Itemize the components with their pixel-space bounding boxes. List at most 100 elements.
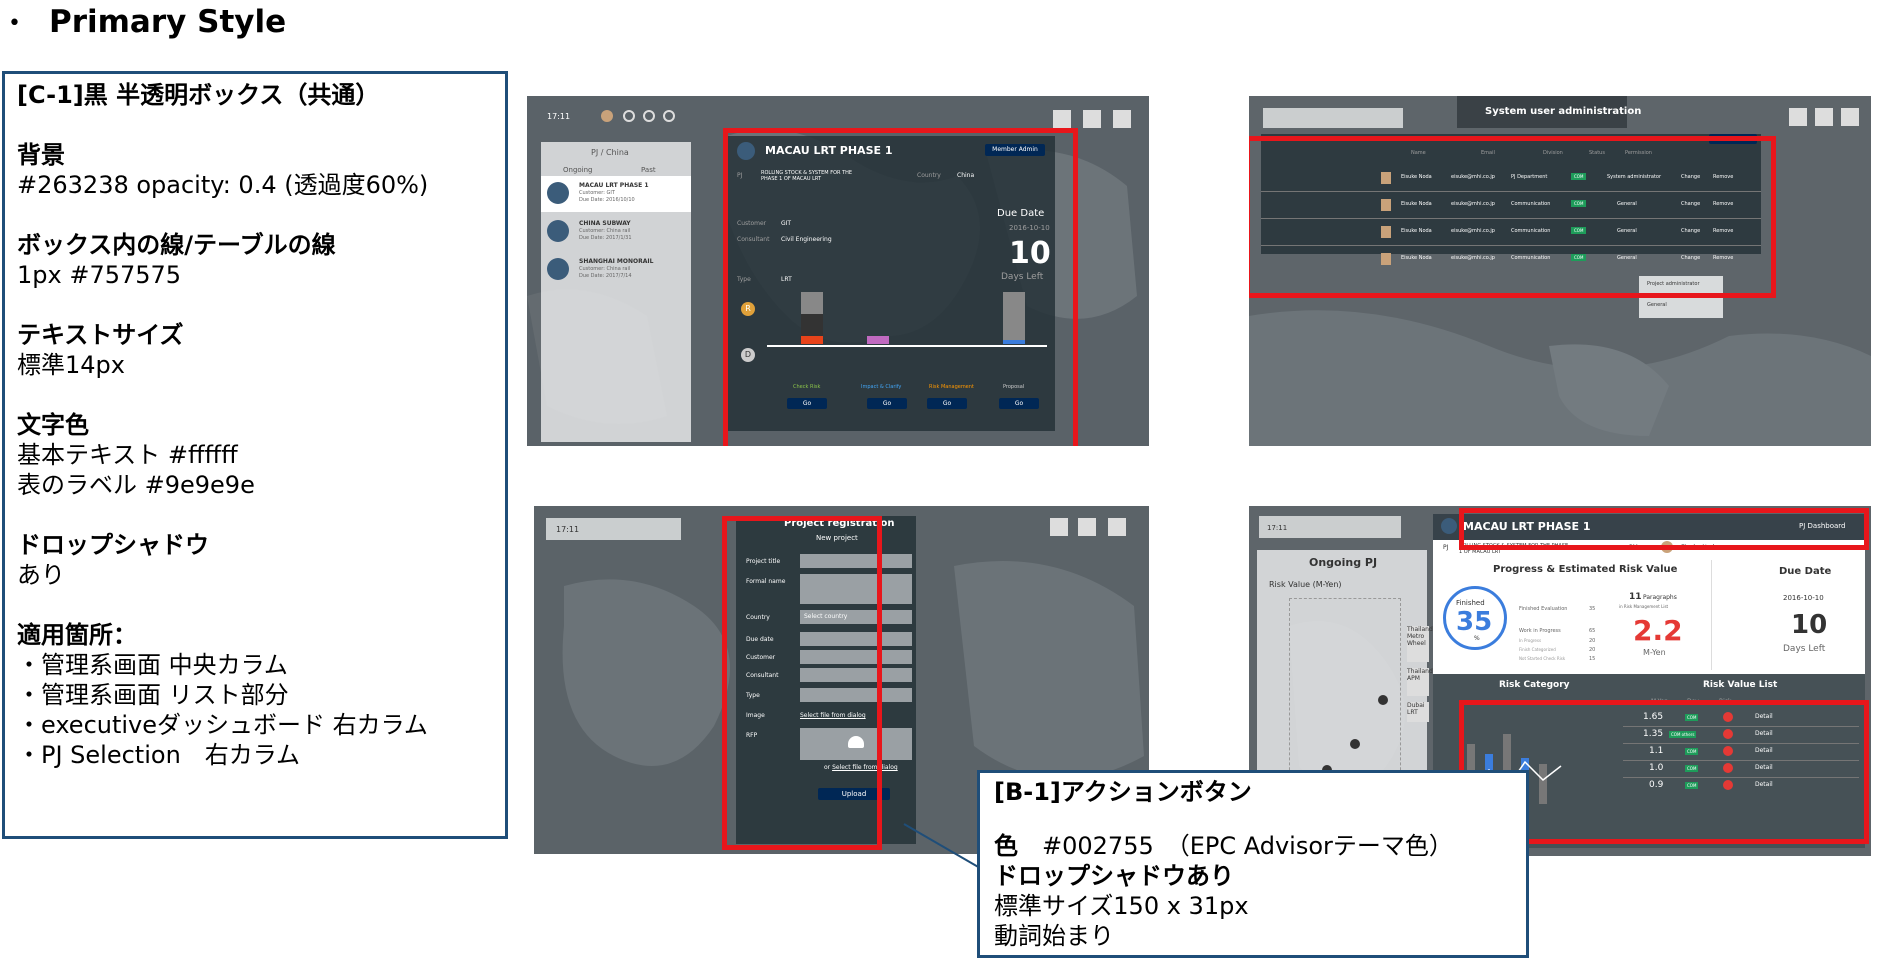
marker-dot[interactable] bbox=[1350, 739, 1360, 749]
finished-donut: Finished 35 % bbox=[1443, 586, 1507, 650]
highlight-box bbox=[1249, 136, 1776, 298]
document-icon[interactable] bbox=[1815, 108, 1833, 126]
bullet: • bbox=[8, 11, 21, 36]
page-title: System user administration bbox=[1485, 106, 1642, 117]
spec-b1-title: [B-1]アクションボタン bbox=[994, 778, 1252, 806]
document-icon[interactable] bbox=[1841, 108, 1859, 126]
clock: 17:11 bbox=[556, 525, 580, 534]
marker-label: Dubai LRT bbox=[1407, 702, 1429, 722]
menu-item[interactable]: General bbox=[1647, 302, 1667, 308]
legend-value: 35 bbox=[1589, 606, 1596, 612]
project-due: Due Date: 2016/10/10 bbox=[579, 197, 635, 203]
paragraph-sub: in Risk Management List bbox=[1619, 604, 1669, 609]
spec-box-c1: [C-1]黒 半透明ボックス（共通） 背景 #263238 opacity: 0… bbox=[2, 71, 508, 839]
spec-apply-item: ・executiveダッシュボード 右カラム bbox=[17, 711, 428, 739]
spec-b1-color-line: 色 #002755 （EPC Advisorテーマ色） bbox=[994, 831, 1512, 861]
spec-c1-title: [C-1]黒 半透明ボックス（共通） bbox=[17, 81, 380, 109]
marker-dot[interactable] bbox=[1378, 695, 1388, 705]
risk-list-title: Risk Value List bbox=[1703, 680, 1778, 690]
spec-bg-value: #263238 opacity: 0.4 (透過度60%) bbox=[17, 171, 429, 199]
project-list-panel: PJ / China Ongoing Past MACAU LRT PHASE … bbox=[541, 142, 691, 442]
legend-value: 15 bbox=[1589, 656, 1596, 662]
axis-label: Risk Value (M-Yen) bbox=[1269, 580, 1342, 589]
document-icon[interactable] bbox=[1053, 110, 1071, 128]
connector bbox=[903, 823, 981, 869]
document-icon[interactable] bbox=[1108, 518, 1126, 536]
marker-label: Thailand Metro Wheel bbox=[1407, 626, 1433, 662]
spec-shadow-value: あり bbox=[17, 561, 65, 589]
days-left-number: 10 bbox=[1791, 610, 1828, 640]
document-icon[interactable] bbox=[1113, 110, 1131, 128]
clock: 17:11 bbox=[1267, 524, 1288, 532]
panel-title: Ongoing PJ bbox=[1309, 556, 1378, 569]
list-item[interactable]: SHANGHAI MONORAIL Customer: China rail D… bbox=[541, 252, 691, 288]
risk-value: 2.2 bbox=[1633, 614, 1683, 647]
list-item[interactable]: MACAU LRT PHASE 1 Customer: GIT Due Date… bbox=[541, 176, 691, 212]
spec-apply-item: ・PJ Selection 右カラム bbox=[17, 741, 301, 769]
project-customer: Customer: China rail bbox=[579, 266, 631, 272]
globe-icon[interactable] bbox=[623, 110, 635, 122]
project-due: Due Date: 2017/7/14 bbox=[579, 273, 632, 279]
risk-unit: M-Yen bbox=[1643, 648, 1666, 657]
spec-b1-size: 標準サイズ150 x 31px bbox=[994, 892, 1249, 920]
legend-label: Finish Categorized bbox=[1519, 647, 1556, 652]
highlight-box bbox=[1459, 508, 1869, 550]
clock: 17:11 bbox=[547, 112, 571, 121]
project-customer: Customer: GIT bbox=[579, 190, 615, 196]
globe-icon[interactable] bbox=[643, 110, 655, 122]
risk-category-title: Risk Category bbox=[1499, 680, 1570, 690]
spec-apply-item: ・管理系画面 リスト部分 bbox=[17, 681, 289, 709]
finished-label: Finished bbox=[1456, 599, 1485, 607]
document-icon[interactable] bbox=[1789, 108, 1807, 126]
page-title: • Primary Style bbox=[8, 4, 286, 40]
paragraph-label: Paragraphs bbox=[1643, 594, 1677, 601]
spec-bg-label: 背景 bbox=[17, 141, 65, 169]
spec-color-label: 文字色 bbox=[17, 411, 89, 439]
marker-label: Thailand APM bbox=[1407, 668, 1433, 696]
top-toolbar bbox=[1263, 108, 1403, 128]
title-text: Primary Style bbox=[48, 4, 287, 40]
project-name: SHANGHAI MONORAIL bbox=[579, 258, 654, 265]
color-value: #002755 （EPC Advisorテーマ色） bbox=[1042, 832, 1453, 860]
top-toolbar: 17:11 bbox=[546, 518, 681, 540]
due-title: Due Date bbox=[1779, 566, 1832, 577]
document-icon[interactable] bbox=[1078, 518, 1096, 536]
spec-color-value-2: 表のラベル #9e9e9e bbox=[17, 471, 255, 499]
legend-value: 20 bbox=[1589, 638, 1596, 644]
legend-value: 65 bbox=[1589, 628, 1596, 634]
percent-sign: % bbox=[1474, 635, 1480, 642]
highlight-box bbox=[722, 516, 882, 850]
settings-icon[interactable] bbox=[663, 110, 675, 122]
spec-size-value: 標準14px bbox=[17, 351, 125, 379]
spec-line-label: ボックス内の線/テーブルの線 bbox=[17, 231, 336, 259]
highlight-box bbox=[723, 128, 1078, 446]
due-date: 2016-10-10 bbox=[1783, 594, 1824, 602]
tab-past[interactable]: Past bbox=[641, 166, 656, 174]
progress-title: Progress & Estimated Risk Value bbox=[1493, 564, 1678, 575]
tab-ongoing[interactable]: Ongoing bbox=[563, 166, 593, 174]
document-icon[interactable] bbox=[1050, 518, 1068, 536]
finished-value: 35 bbox=[1456, 607, 1493, 637]
avatar bbox=[601, 110, 613, 122]
color-label: 色 bbox=[994, 832, 1018, 860]
document-icon[interactable] bbox=[1083, 110, 1101, 128]
spec-b1-verb: 動詞始まり bbox=[994, 922, 1114, 950]
project-name: CHINA SUBWAY bbox=[579, 220, 631, 227]
screenshot-user-admin: System user administration Add User Name… bbox=[1249, 96, 1871, 446]
legend-label: Finished Evaluation bbox=[1519, 606, 1568, 612]
legend-label: Work in Progress bbox=[1519, 628, 1561, 634]
pj-label: PJ bbox=[1443, 544, 1449, 551]
divider bbox=[1711, 560, 1712, 670]
screenshot-pj-selection: 17:11 PJ / China Ongoing Past MACAU LRT … bbox=[527, 96, 1149, 446]
project-due: Due Date: 2017/1/31 bbox=[579, 235, 632, 241]
list-item[interactable]: CHINA SUBWAY Customer: China rail Due Da… bbox=[541, 214, 691, 250]
top-toolbar: 17:11 bbox=[1259, 516, 1401, 538]
spec-shadow-label: ドロップシャドウ bbox=[17, 531, 209, 559]
legend-label: In Progress bbox=[1519, 638, 1542, 643]
spec-size-label: テキストサイズ bbox=[17, 321, 184, 349]
legend-label: Not Started Check Risk bbox=[1519, 656, 1566, 661]
project-customer: Customer: China rail bbox=[579, 228, 631, 234]
project-icon bbox=[547, 258, 569, 280]
list-title: PJ / China bbox=[591, 148, 629, 157]
title-bar: System user administration bbox=[1457, 96, 1641, 128]
